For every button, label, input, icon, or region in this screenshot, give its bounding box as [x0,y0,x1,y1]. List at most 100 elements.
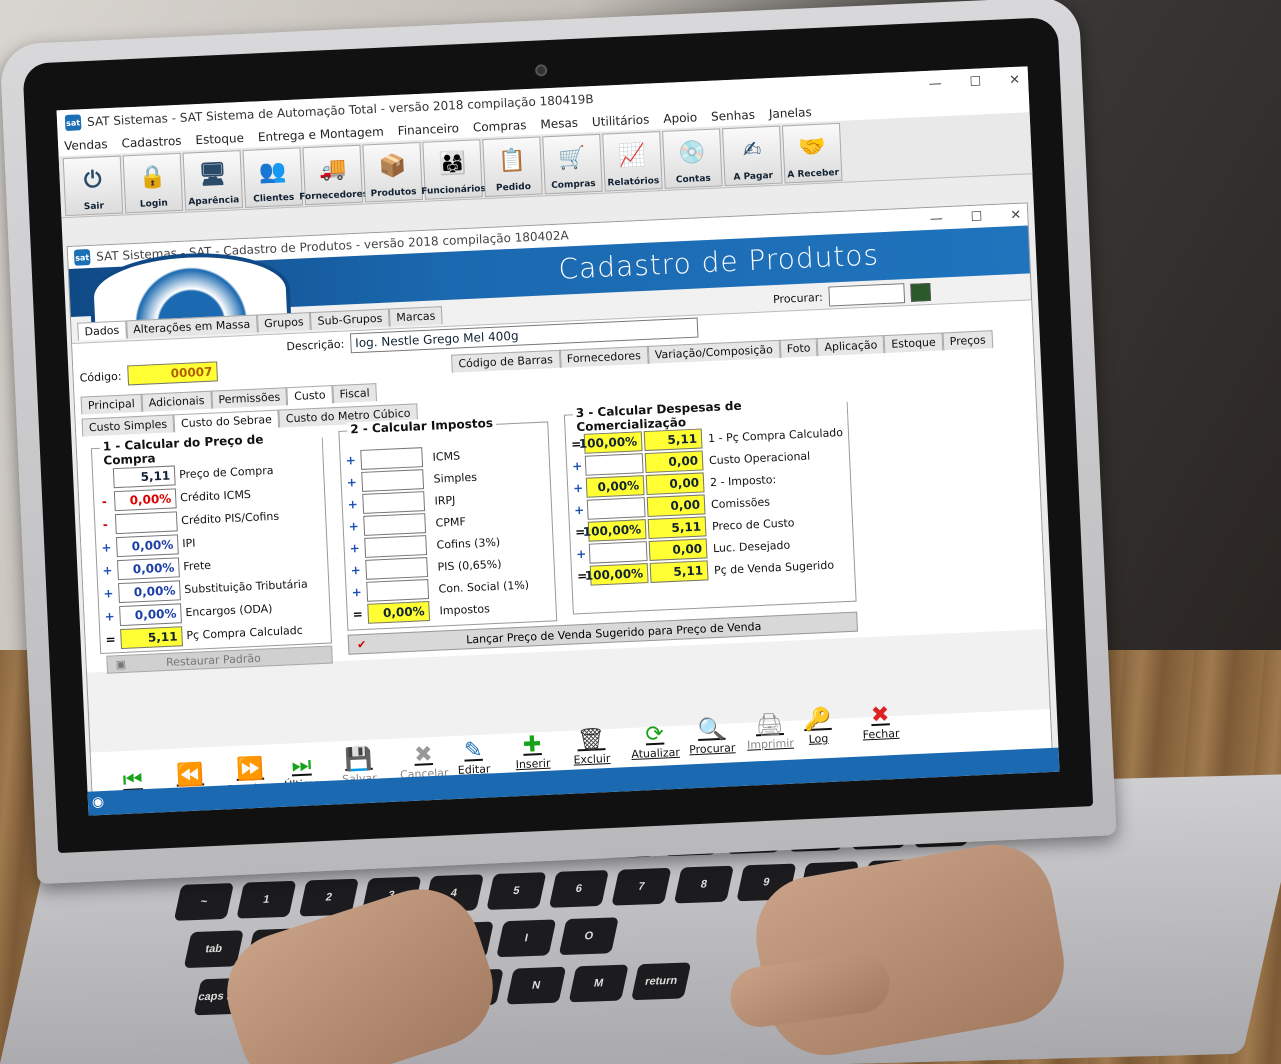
value-field[interactable]: 0,00% [113,487,177,511]
menu-item-apoio[interactable]: Apoio [663,110,697,126]
menu-item-cadastros[interactable]: Cadastros [121,134,182,151]
percent-field[interactable]: 0,00% [585,475,645,498]
seguinte-icon: ⏩ [235,756,265,784]
menu-item-mesas[interactable]: Mesas [540,116,578,132]
toolbar-aparencia-button[interactable]: 🖥 Aparência [182,150,244,211]
value-field[interactable]: 5,11 [643,428,703,452]
value-field[interactable]: 5,11 [647,516,707,539]
toolbar-clientes-button[interactable]: 👥 Clientes [242,147,304,208]
child-minimize-button[interactable]: — [929,211,943,227]
tab-fornecedores[interactable]: Fornecedores [559,345,649,368]
toolbar-contas-button[interactable]: 💿 Contas [662,128,723,189]
menu-item-estoque[interactable]: Estoque [195,131,244,147]
nav-editar-button[interactable]: ✎ Editar [456,737,491,776]
nav-inserir-button[interactable]: ✚ Inserir [514,732,550,771]
tab-variacao-composicao[interactable]: Variação/Composição [647,339,781,364]
child-maximize-button[interactable]: ☐ [970,209,982,225]
value-field[interactable] [363,513,427,536]
menu-item-vendas[interactable]: Vendas [64,137,108,153]
toolbar-sair-button[interactable]: ⏻ Sair [62,155,124,217]
tab-foto[interactable]: Foto [779,338,818,358]
tab-principal[interactable]: Principal [80,393,143,415]
procurar-input[interactable] [828,283,906,307]
key-8: 8 [673,865,734,904]
percent-field[interactable] [586,497,646,520]
menu-item-utilitarios[interactable]: Utilitários [592,113,650,130]
value-field[interactable] [361,469,425,492]
nav-imprimir-button[interactable]: 🖨 Imprimir [746,712,794,752]
value-field[interactable]: 5,11 [120,625,183,649]
tab-adicionais[interactable]: Adicionais [141,390,212,412]
tab-codigo-de-barras[interactable]: Código de Barras [451,349,561,373]
menu-item-janelas[interactable]: Janelas [769,105,812,121]
value-field[interactable] [366,579,430,602]
menu-item-financeiro[interactable]: Financeiro [397,121,459,138]
percent-field[interactable]: 100,00% [585,563,649,586]
value-field[interactable]: 0,00% [116,556,180,580]
toolbar-a-receber-button[interactable]: 🤝 A Receber [781,122,843,184]
value-field[interactable]: 5,11 [112,464,176,488]
field-label: Preço de Compra [178,463,274,482]
toolbar-pedido-button[interactable]: 📋 Pedido [482,136,543,198]
minimize-button[interactable]: — [928,76,942,92]
value-field[interactable] [365,557,429,580]
nav-fechar-button[interactable]: ✖ Fechar [861,702,899,741]
toolbar-login-button[interactable]: 🔒 Login [122,152,184,214]
tab-fiscal[interactable]: Fiscal [332,383,378,404]
power-icon: ⏻ [83,166,102,193]
value-field[interactable]: 0,00% [119,602,182,626]
panel-impostos: 2 - Calcular Impostos + ICMS + Simples + IRPJ… [338,415,558,631]
clipboard-icon: 📋 [498,147,527,174]
percent-field[interactable]: 100,00% [583,519,647,542]
menu-item-senhas[interactable]: Senhas [711,108,755,124]
value-field[interactable] [364,535,428,558]
codigo-input[interactable]: 00007 [127,361,218,386]
close-button[interactable]: ✕ [1009,72,1021,87]
nav-atualizar-button[interactable]: ⟳ Atualizar [630,722,680,761]
toolbar-relatorios-button[interactable]: 📈 Relatórios [602,131,663,192]
value-field[interactable]: 0,00 [646,494,706,518]
nav-excluir-button[interactable]: 🗑 Excluir [572,727,610,766]
camera-icon [534,64,548,77]
lock-user-icon: 🔒 [138,164,167,191]
tab-sub-grupos[interactable]: Sub-Grupos [310,308,390,331]
tab-aplicacao[interactable]: Aplicação [817,335,885,357]
child-window-controls: — ☐ ✕ [929,207,1021,226]
tab-precos[interactable]: Preços [942,330,994,351]
child-close-button[interactable]: ✕ [1010,207,1022,222]
tab-grupos[interactable]: Grupos [256,312,312,333]
tab-dados[interactable]: Dados [77,320,127,341]
tab-estoque[interactable]: Estoque [883,332,944,354]
value-field[interactable]: 0,00% [118,579,181,603]
menu-item-compras[interactable]: Compras [473,118,527,134]
percent-field[interactable]: 100,00% [579,431,643,454]
search-picture-icon[interactable] [910,282,932,302]
tab-marcas[interactable]: Marcas [388,306,443,327]
nav-log-button[interactable]: 🔑 Log [803,707,832,746]
toolbar-fornecedores-button[interactable]: 🚚 Fornecedores [299,144,368,206]
value-field[interactable]: 5,11 [649,560,709,583]
maximize-button[interactable]: ☐ [969,74,981,90]
toolbar-produtos-button[interactable]: 📦 Produtos [362,141,423,203]
value-field[interactable] [362,491,426,514]
percent-field[interactable] [584,453,644,476]
value-field[interactable]: 0,00% [367,601,431,624]
value-field[interactable] [360,447,424,470]
toolbar-compras-button[interactable]: 🛒 Compras [542,133,603,195]
key-1: 1 [236,880,297,919]
value-field[interactable]: 0,00% [115,533,179,557]
toolbar-a-pagar-button[interactable]: ✍ A Pagar [722,125,783,187]
menu-item-entrega-e-montagem[interactable]: Entrega e Montagem [258,125,384,145]
tab-permissoes[interactable]: Permissões [210,387,288,409]
toolbar-funcionarios-button[interactable]: 👨‍👩‍👧 Funcionários [421,139,486,200]
value-field[interactable]: 0,00 [648,538,708,561]
operator-sign: + [351,585,363,600]
start-globe-icon[interactable]: ◉ [88,794,105,811]
nav-procurar-button[interactable]: 🔍 Procurar [688,717,736,757]
value-field[interactable]: 0,00 [645,472,705,496]
value-field[interactable] [114,510,178,534]
field-label: IPI [182,536,196,551]
tab-custo[interactable]: Custo [286,385,333,406]
percent-field[interactable] [588,541,648,564]
value-field[interactable]: 0,00 [644,450,704,474]
